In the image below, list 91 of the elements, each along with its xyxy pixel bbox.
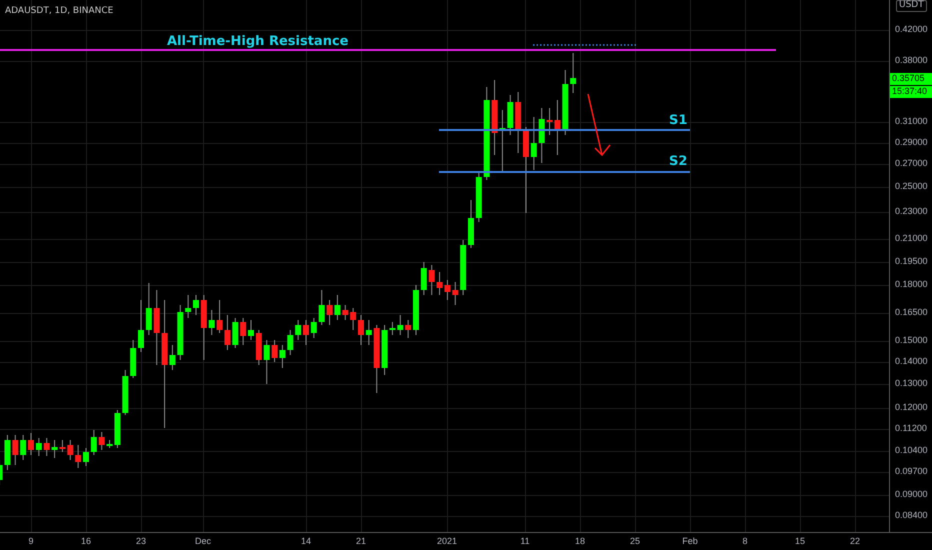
price-label: 0.11200 (895, 424, 927, 433)
date-label: 14 (301, 537, 311, 546)
candle (358, 314, 364, 346)
price-label: 0.14000 (895, 357, 928, 366)
candle (515, 92, 522, 154)
candle (295, 320, 302, 340)
last-price-tag: 0.35705 (890, 73, 932, 85)
candle (130, 340, 136, 378)
price-label: 0.12000 (895, 403, 928, 412)
candle (413, 284, 419, 336)
date-label: 8 (742, 537, 748, 546)
candle (75, 444, 82, 468)
candle (342, 304, 348, 320)
price-label: 0.27000 (895, 159, 928, 168)
candle (303, 320, 309, 346)
countdown-tag: 15:37:40 (890, 86, 932, 98)
candle (200, 294, 207, 360)
candle (240, 318, 246, 346)
price-label: 0.23000 (895, 207, 928, 216)
candle (138, 300, 144, 352)
candle (366, 320, 372, 346)
price-label: 0.29000 (895, 138, 928, 147)
price-label: 0.09000 (895, 490, 928, 499)
date-label: 15 (795, 537, 805, 546)
candle (256, 330, 262, 366)
candle (405, 320, 412, 338)
candle (36, 438, 42, 456)
support-label: S2 (669, 155, 688, 168)
candle (248, 320, 254, 340)
candle (185, 294, 192, 318)
price-label: 0.13000 (895, 379, 928, 388)
candle (428, 264, 435, 296)
support-label: S1 (669, 114, 688, 127)
arrow-drawing (587, 93, 611, 156)
candle (122, 370, 128, 416)
candle (570, 52, 576, 94)
candle (83, 448, 89, 466)
candle (12, 434, 18, 466)
price-label: 0.08400 (895, 511, 928, 520)
candle (264, 340, 270, 384)
candle (507, 94, 514, 136)
candle (310, 318, 317, 338)
date-label: 21 (356, 537, 366, 546)
date-label: 25 (630, 537, 640, 546)
date-label: Feb (682, 537, 698, 546)
candle (350, 308, 356, 330)
price-label: 0.21000 (895, 234, 928, 243)
candle (44, 438, 50, 456)
date-label: 23 (136, 537, 146, 546)
price-label: 0.09700 (895, 467, 928, 476)
candle (374, 324, 380, 394)
candle (146, 282, 152, 336)
candle (193, 294, 199, 316)
symbol-title: ADAUSDT, 1D, BINANCE (5, 5, 114, 18)
price-label: 0.38000 (895, 56, 928, 65)
price-label: 0.25000 (895, 182, 928, 191)
candle (530, 116, 537, 170)
price-label: 0.18000 (895, 280, 928, 289)
price-label: 0.15000 (895, 336, 928, 345)
date-label: Dec (195, 537, 211, 546)
candle (90, 430, 97, 456)
price-label: 0.31000 (895, 117, 928, 126)
candle (397, 314, 404, 336)
candle (318, 290, 325, 326)
candle (460, 240, 466, 296)
price-label: 0.19500 (895, 257, 928, 266)
candle (98, 432, 105, 450)
date-label: 18 (575, 537, 585, 546)
candle (420, 262, 427, 296)
date-label: 11 (520, 537, 530, 546)
candle (468, 200, 474, 248)
candle (20, 434, 26, 460)
candle (476, 172, 482, 222)
candle (177, 304, 184, 360)
candle (452, 282, 458, 306)
date-label: 2021 (436, 537, 458, 546)
date-label: 22 (850, 537, 860, 546)
candle (28, 432, 34, 456)
candle (232, 318, 238, 348)
resistance-label: All-Time-High Resistance (167, 35, 348, 48)
date-label: 16 (81, 537, 91, 546)
price-label: 0.10400 (895, 446, 928, 455)
candle (538, 108, 545, 164)
candle (562, 70, 568, 136)
candle (67, 440, 74, 460)
currency-label[interactable]: USDT (896, 0, 927, 12)
price-label: 0.42000 (895, 25, 928, 34)
date-label: 9 (28, 537, 34, 546)
candle (287, 330, 294, 356)
candle (208, 310, 215, 336)
price-label: 0.16500 (895, 308, 928, 317)
